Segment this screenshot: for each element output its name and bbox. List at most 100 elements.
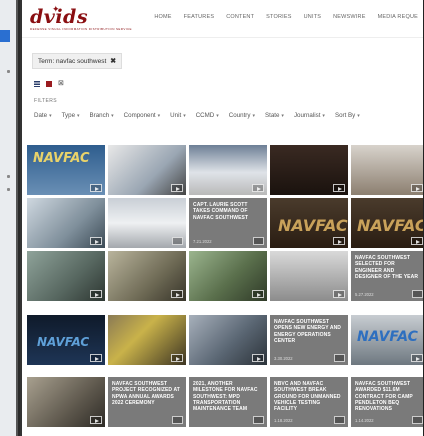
tile-date: 7.21.2022 (193, 239, 212, 244)
chevron-down-icon: ▾ (281, 113, 284, 119)
navfac-logo: NAVFAC (278, 216, 348, 235)
media-tile[interactable] (108, 145, 186, 195)
photo-icon (334, 416, 345, 424)
filter-country[interactable]: Country ▾ (229, 112, 265, 119)
media-tile[interactable]: CAPT. LAURIE SCOTT TAKES COMMAND OF NAVF… (189, 198, 267, 248)
media-tile[interactable]: 2021, ANOTHER MILESTONE FOR NAVFAC SOUTH… (189, 377, 267, 427)
video-play-icon (171, 290, 183, 298)
media-tile[interactable] (270, 251, 348, 301)
filter-journalist[interactable]: Journalist ▾ (294, 112, 335, 119)
filter-type[interactable]: Type ▾ (62, 112, 90, 119)
nav-content[interactable]: CONTENT (220, 14, 260, 20)
photo-icon (412, 416, 423, 424)
media-tile[interactable]: NAVFAC (270, 198, 348, 248)
tile-date: 5.27.2022 (355, 292, 374, 297)
tile-title: CAPT. LAURIE SCOTT TAKES COMMAND OF NAVF… (193, 202, 249, 221)
video-play-icon (90, 354, 102, 362)
search-term-label: Term: navfac southwest (38, 57, 107, 65)
media-tile[interactable]: NAVFAC (351, 315, 424, 365)
video-play-icon (171, 184, 183, 192)
photo-icon (412, 290, 423, 298)
media-tile[interactable] (27, 251, 105, 301)
media-tile[interactable]: NAVFAC (351, 198, 424, 248)
media-tile[interactable] (189, 315, 267, 365)
search-term-chip: Term: navfac southwest ✖ (32, 53, 123, 69)
dvids-logo[interactable]: ✦ dvids DEFENSE VISUAL INFORMATION DISTR… (30, 4, 132, 34)
chevron-down-icon: ▾ (322, 113, 325, 119)
video-play-icon (333, 290, 345, 298)
filter-component[interactable]: Component ▾ (124, 112, 171, 119)
chevron-down-icon: ▾ (49, 113, 52, 119)
tile-date: 3.30.2022 (274, 356, 293, 361)
tile-title: 2021, ANOTHER MILESTONE FOR NAVFAC SOUTH… (193, 381, 258, 413)
media-tile[interactable] (270, 145, 348, 195)
background-dot (7, 188, 10, 191)
browser-page: ✦ dvids DEFENSE VISUAL INFORMATION DISTR… (20, 0, 424, 436)
filter-ccmd[interactable]: CCMD ▾ (196, 112, 229, 119)
main-nav: HOME FEATURES CONTENT STORIES UNITS NEWS… (148, 14, 424, 20)
video-play-icon (90, 416, 102, 424)
media-tile[interactable] (351, 145, 424, 195)
chevron-down-icon: ▾ (357, 113, 360, 119)
background-dot (7, 70, 10, 73)
media-tile[interactable]: NAVFAC SOUTHWEST AWARDED $11.6M CONTRACT… (351, 377, 424, 427)
chevron-down-icon: ▾ (183, 113, 186, 119)
video-play-icon (90, 237, 102, 245)
background-window-edge (0, 0, 18, 436)
media-tile[interactable]: NAVFAC (27, 145, 105, 195)
media-tile[interactable] (108, 198, 186, 248)
nav-stories[interactable]: STORIES (260, 14, 297, 20)
media-tile[interactable]: NAVFAC SOUTHWEST PROJECT RECOGNIZED AT N… (108, 377, 186, 427)
media-tile[interactable] (27, 377, 105, 427)
chevron-down-icon: ▾ (157, 113, 161, 119)
logo-star-icon: ✦ (52, 4, 60, 14)
media-tile[interactable] (189, 251, 267, 301)
video-play-icon (90, 290, 102, 298)
media-tile[interactable] (27, 198, 105, 248)
filter-sort-by[interactable]: Sort By ▾ (335, 112, 370, 119)
nav-home[interactable]: HOME (148, 14, 177, 20)
photo-icon (253, 416, 264, 424)
tile-date: 1.14.2022 (355, 418, 374, 423)
chevron-down-icon: ▾ (252, 113, 255, 119)
background-tab-indicator (0, 30, 10, 42)
filter-unit[interactable]: Unit ▾ (170, 112, 196, 119)
video-play-icon (90, 184, 102, 192)
rss-icon[interactable]: ⊠ (58, 80, 64, 87)
video-play-icon (411, 184, 423, 192)
video-play-icon (333, 237, 345, 245)
nav-media-request[interactable]: MEDIA REQUE (372, 14, 424, 20)
filter-branch[interactable]: Branch ▾ (90, 112, 124, 119)
media-tile[interactable] (108, 251, 186, 301)
media-tile[interactable] (189, 145, 267, 195)
video-play-icon (171, 354, 183, 362)
filter-row: Date ▾ Type ▾ Branch ▾ Component ▾ Unit ▾ CCM… (34, 112, 370, 119)
tile-title: NBVC AND NAVFAC SOUTHWEST BREAK GROUND F… (274, 381, 341, 413)
photo-icon (172, 416, 183, 424)
media-tile[interactable]: NAVFAC SOUTHWEST SELECTED FOR ENGINEER A… (351, 251, 424, 301)
photo-icon (172, 237, 183, 245)
video-play-icon (252, 354, 264, 362)
media-tile[interactable]: NAVFAC SOUTHWEST OPENS NEW ENERGY AND EN… (270, 315, 348, 365)
photo-icon (334, 354, 345, 362)
site-header: ✦ dvids DEFENSE VISUAL INFORMATION DISTR… (22, 0, 424, 38)
nav-units[interactable]: UNITS (298, 14, 328, 20)
tile-title: NAVFAC SOUTHWEST PROJECT RECOGNIZED AT N… (112, 381, 180, 406)
tile-date: 1.18.2022 (274, 418, 293, 423)
grid-view-icon[interactable] (46, 81, 52, 87)
navfac-logo: NAVFAC (357, 329, 418, 345)
media-tile[interactable]: NAVFAC (27, 315, 105, 365)
nav-newswire[interactable]: NEWSWIRE (327, 14, 371, 20)
nav-features[interactable]: FEATURES (178, 14, 221, 20)
filter-state[interactable]: State ▾ (265, 112, 294, 119)
navfac-logo: NAVFAC (37, 335, 90, 349)
list-view-icon[interactable] (34, 81, 40, 87)
view-toggles: ⊠ (34, 80, 64, 87)
close-icon[interactable]: ✖ (110, 57, 116, 65)
photo-icon (253, 237, 264, 245)
video-play-icon (333, 184, 345, 192)
filter-date[interactable]: Date ▾ (34, 112, 62, 119)
media-tile[interactable]: NBVC AND NAVFAC SOUTHWEST BREAK GROUND F… (270, 377, 348, 427)
media-tile[interactable] (108, 315, 186, 365)
tile-title: NAVFAC SOUTHWEST AWARDED $11.6M CONTRACT… (355, 381, 413, 413)
